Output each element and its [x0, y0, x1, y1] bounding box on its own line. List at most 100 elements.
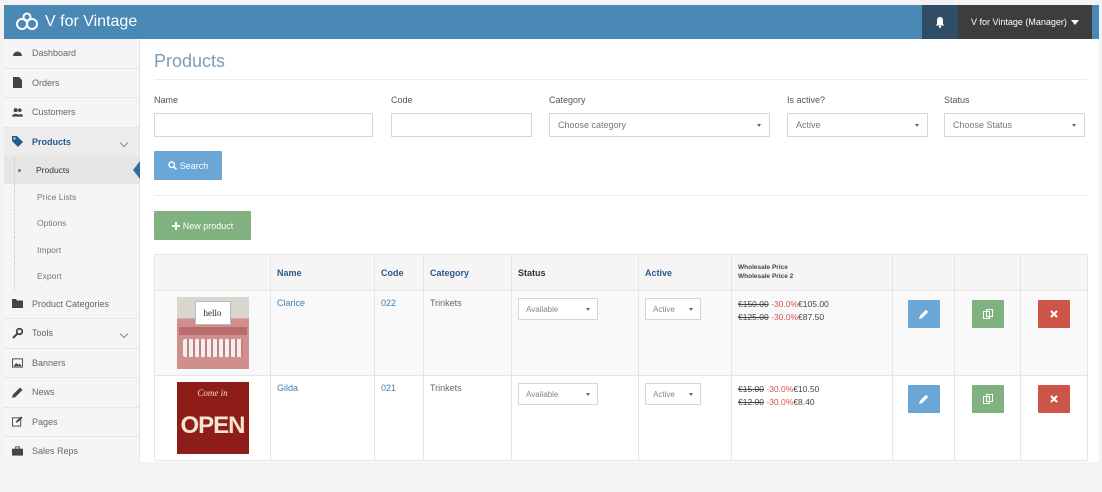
caret-down-icon [586, 393, 590, 396]
category-header[interactable]: Category [423, 254, 512, 291]
product-thumbnail[interactable]: hello [176, 297, 249, 369]
product-thumbnail[interactable]: Come in OPEN [176, 382, 249, 454]
status-dropdown[interactable]: Available [518, 383, 598, 405]
edit-button[interactable] [907, 385, 940, 413]
delete-header [1020, 254, 1088, 291]
sidebar-subitem-options[interactable]: Options [14, 210, 139, 237]
old-price: €15.00 [738, 384, 764, 394]
wholesale-price-2: €12.00 -30.0%€8.40 [738, 396, 886, 409]
wholesale-price: €15.00 -30.0%€10.50 [738, 383, 886, 396]
active-dropdown[interactable]: Active [645, 298, 701, 320]
status-cell: Available [511, 375, 639, 461]
sidebar-item-orders[interactable]: Orders [4, 69, 139, 98]
code-input[interactable] [391, 113, 532, 137]
sidebar-item-label: Products [32, 136, 72, 147]
name-header[interactable]: Name [270, 254, 375, 291]
close-icon [1050, 310, 1058, 318]
logo-icon [16, 12, 38, 30]
product-name-link[interactable]: Clarice [277, 298, 305, 308]
sidebar-item-dashboard[interactable]: Dashboard [4, 39, 139, 69]
sidebar-item-label: Product Categories [32, 298, 110, 309]
status-dropdown-value: Available [526, 389, 559, 399]
new-price: €10.50 [793, 384, 820, 394]
duplicate-button[interactable] [971, 385, 1004, 413]
code-header[interactable]: Code [374, 254, 424, 291]
sidebar-subitem-import[interactable]: Import [14, 236, 139, 263]
user-menu[interactable]: V for Vintage (Manager) [958, 5, 1092, 39]
sidebar-item-news[interactable]: News [4, 378, 139, 408]
sidebar-item-sales-reps[interactable]: Sales Reps [4, 437, 139, 462]
product-code-link[interactable]: 022 [381, 298, 396, 308]
delete-button[interactable] [1038, 300, 1070, 328]
notifications-button[interactable] [922, 5, 958, 39]
thumbnail-keys [182, 339, 243, 357]
status-header: Status [511, 254, 639, 291]
active-dropdown[interactable]: Active [645, 383, 701, 405]
duplicate-button[interactable] [971, 300, 1004, 328]
sidebar-item-label: Dashboard [32, 48, 77, 59]
pencil-icon [918, 309, 928, 319]
price1-header: Wholesale Price [738, 263, 788, 271]
delete-cell [1020, 375, 1088, 461]
sidebar-item-products[interactable]: Products [4, 127, 139, 157]
caret-down-icon [757, 124, 761, 127]
product-code-link[interactable]: 021 [381, 383, 396, 393]
table-row: hello Clarice 022 Trinkets Available Act… [154, 290, 1088, 376]
sidebar-subitem-label: Import [37, 244, 62, 255]
product-name-link[interactable]: Gilda [277, 383, 298, 393]
thumb-cell: hello [154, 290, 271, 376]
new-product-button[interactable]: New product [154, 211, 251, 240]
code-cell[interactable]: 022 [374, 290, 424, 376]
tag-icon [12, 136, 23, 148]
code-label: Code [391, 95, 413, 105]
name-input[interactable] [154, 113, 373, 137]
top-navbar: V for Vintage V for Vintage (Manager) [4, 5, 1099, 39]
active-select[interactable]: Active [787, 113, 928, 137]
thumbnail-typewriter-body [178, 327, 247, 335]
brand-logo[interactable]: V for Vintage [14, 10, 137, 34]
sidebar: Dashboard Orders Customers Products Prod… [4, 39, 140, 462]
category-cell: Trinkets [423, 375, 512, 461]
sidebar-item-pages[interactable]: Pages [4, 408, 139, 437]
new-price: €8.40 [793, 397, 815, 407]
sidebar-item-label: News [32, 387, 55, 398]
sidebar-subitem-price-lists[interactable]: Price Lists [14, 183, 139, 210]
name-cell[interactable]: Gilda [270, 375, 375, 461]
old-price: €150.00 [738, 299, 769, 309]
sidebar-item-customers[interactable]: Customers [4, 98, 139, 128]
sidebar-item-label: Customers [32, 107, 76, 118]
sidebar-item-tools[interactable]: Tools [4, 319, 139, 349]
edit-cell [892, 290, 955, 376]
status-select[interactable]: Choose Status [944, 113, 1085, 137]
caret-down-icon [586, 308, 590, 311]
sidebar-subitem-label: Options [37, 218, 67, 229]
name-cell[interactable]: Clarice [270, 290, 375, 376]
edit-button[interactable] [907, 300, 940, 328]
delete-button[interactable] [1038, 385, 1070, 413]
folder-icon [12, 298, 23, 309]
old-price: €12.00 [738, 397, 764, 407]
search-button[interactable]: Search [154, 151, 222, 180]
search-icon [168, 161, 177, 170]
chevron-down-icon [119, 329, 129, 339]
discount: -30.0% [766, 384, 794, 394]
active-header[interactable]: Active [638, 254, 732, 291]
plus-icon [171, 221, 180, 230]
chevron-down-icon [119, 138, 129, 147]
category-select[interactable]: Choose category [549, 113, 770, 137]
code-cell[interactable]: 021 [374, 375, 424, 461]
sidebar-subitem-products[interactable]: Products [4, 157, 140, 184]
sidebar-item-product-categories[interactable]: Product Categories [4, 290, 139, 319]
caret-down-icon [689, 393, 693, 396]
sidebar-subitem-label: Price Lists [37, 191, 77, 202]
brand-name: V for Vintage [45, 13, 138, 30]
sidebar-item-banners[interactable]: Banners [4, 349, 139, 378]
sidebar-item-label: Sales Reps [32, 446, 79, 457]
thumbnail-script-text: Come in [197, 388, 228, 398]
active-cell: Active [638, 290, 732, 376]
copy-icon [982, 309, 993, 319]
price2-header: Wholesale Price 2 [738, 272, 794, 280]
sidebar-subitem-export[interactable]: Export [14, 263, 139, 290]
status-dropdown-value: Available [526, 304, 559, 314]
status-dropdown[interactable]: Available [518, 298, 598, 320]
